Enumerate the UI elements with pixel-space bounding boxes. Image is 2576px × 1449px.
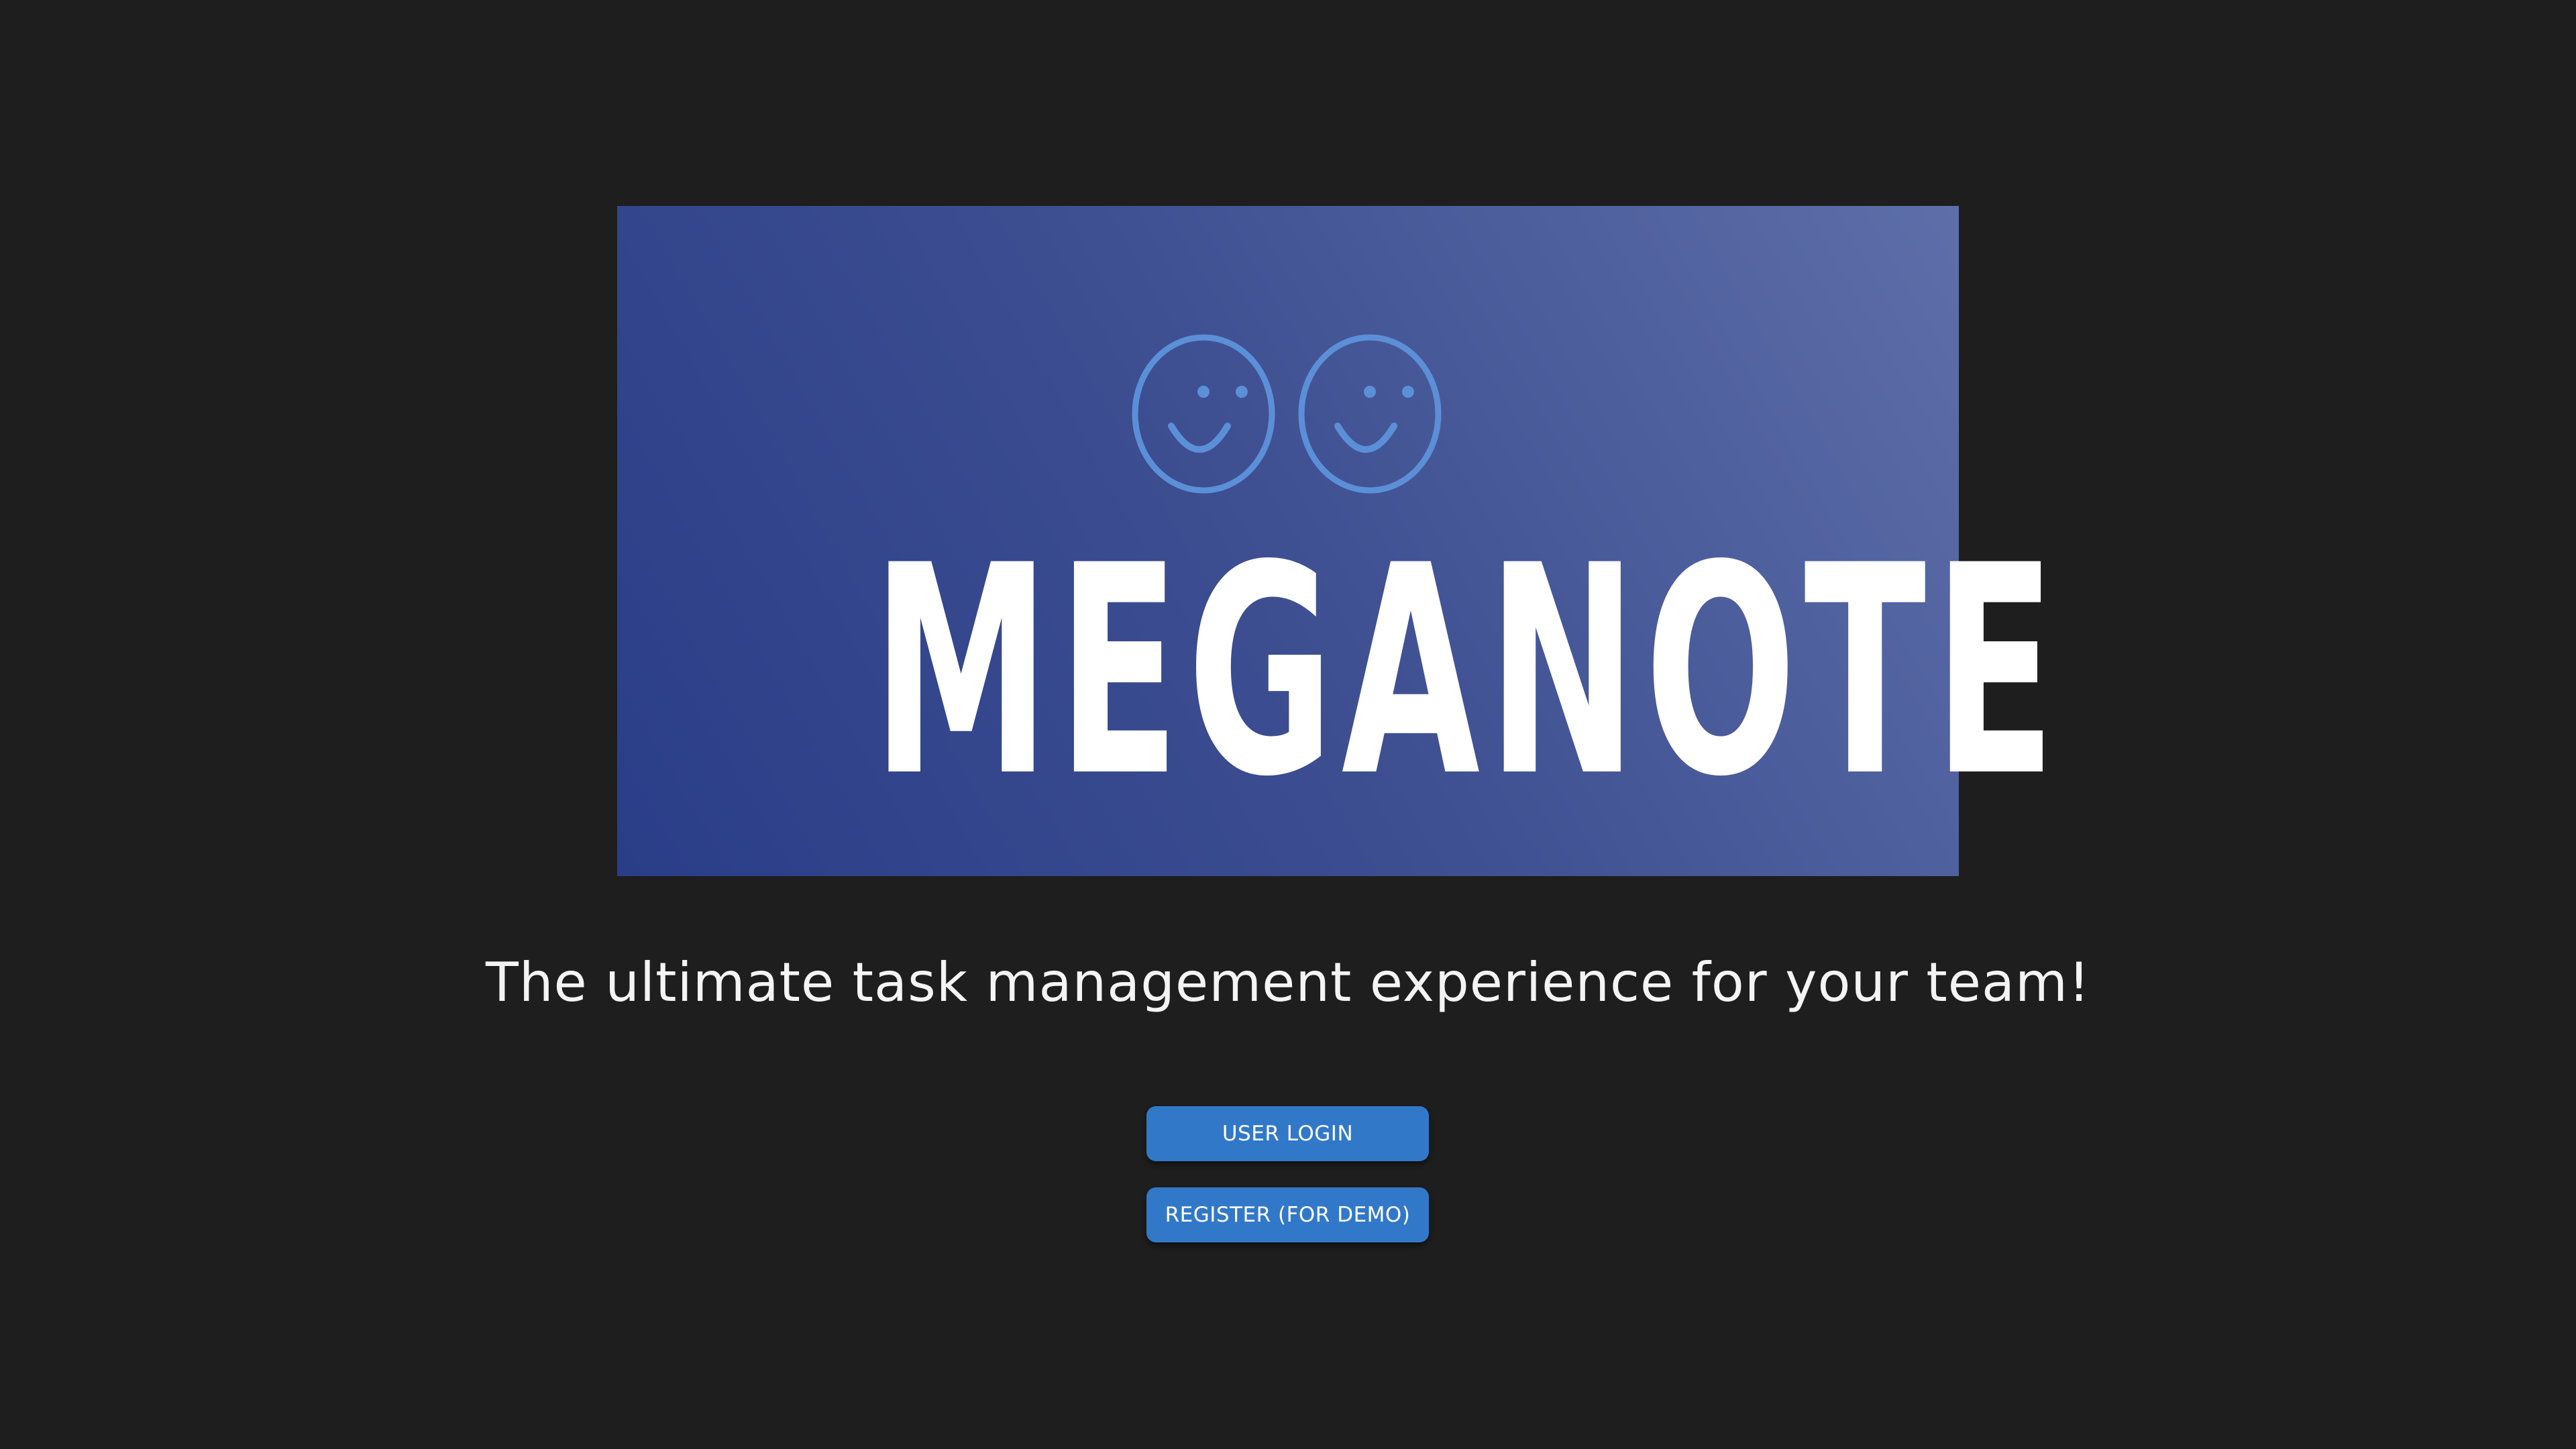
brand-wordmark: MEGANOTE [872, 504, 2063, 840]
landing-page: MEGANOTE The ultimate task management ex… [0, 0, 2576, 1449]
smiley-face-icon [1298, 334, 1442, 494]
smiley-face-icon [1132, 334, 1275, 494]
register-demo-button[interactable]: REGISTER (FOR DEMO) [1146, 1187, 1429, 1242]
hero-banner: MEGANOTE [617, 206, 2063, 876]
tagline: The ultimate task management experience … [485, 951, 2091, 1014]
user-login-button[interactable]: USER LOGIN [1146, 1106, 1429, 1161]
